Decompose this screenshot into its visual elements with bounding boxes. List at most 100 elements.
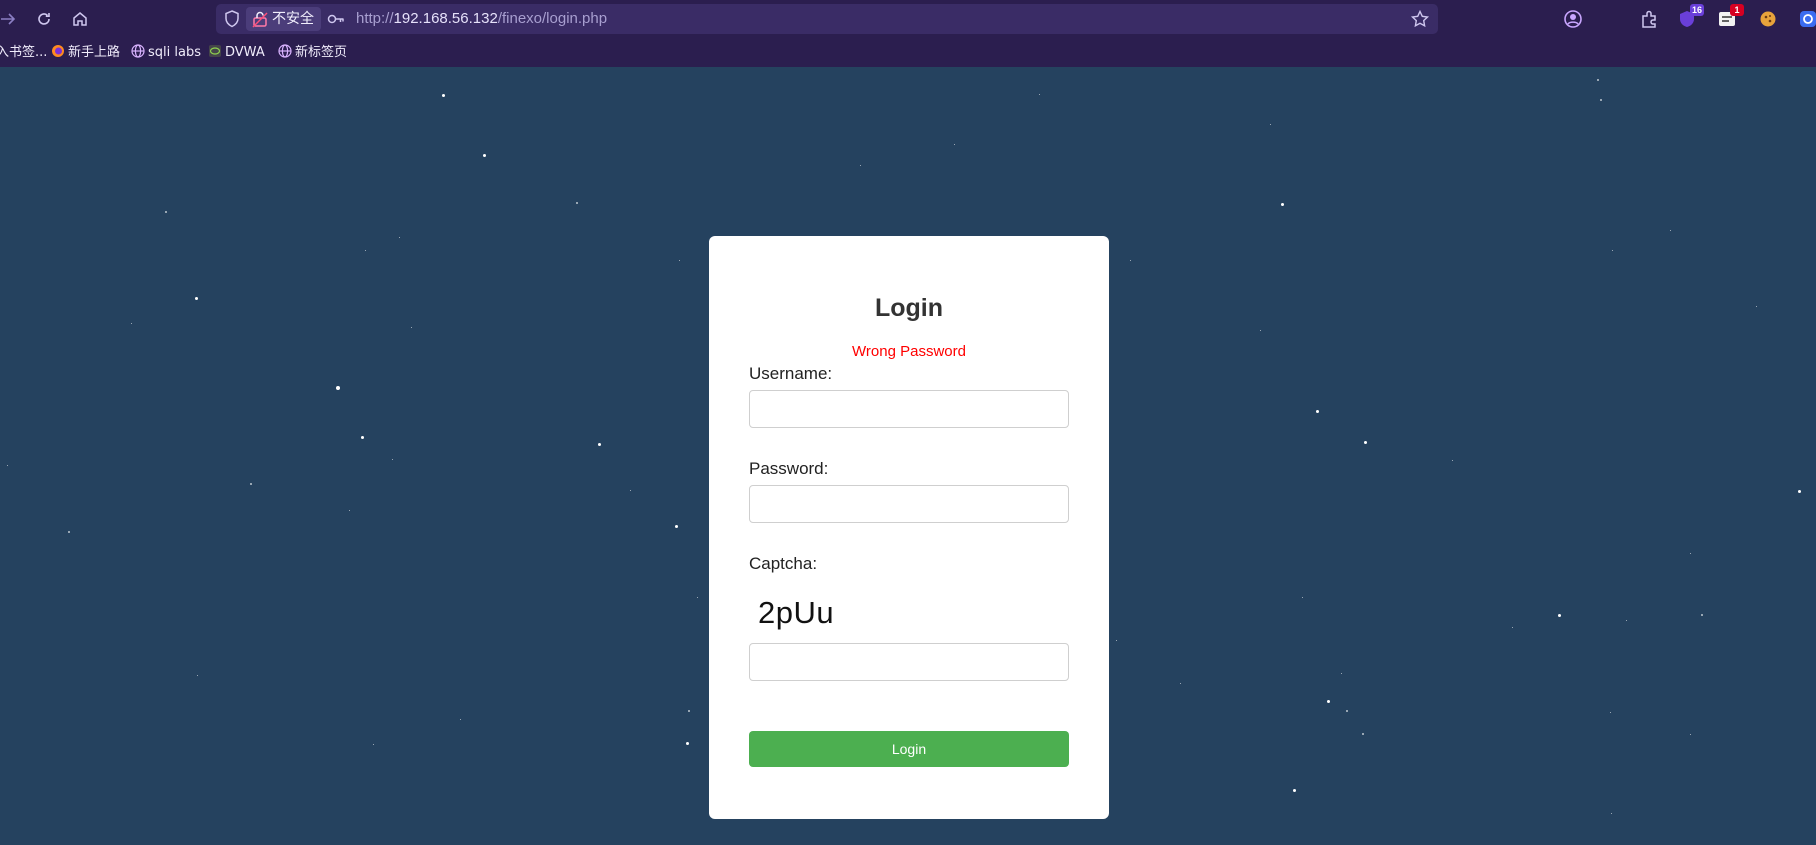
bookmarks-bar: 入书签... 新手上路 sqli labs DVWA 新标签页	[0, 38, 1816, 67]
star-dot	[1690, 734, 1691, 735]
star-dot	[1626, 620, 1627, 621]
password-label: Password:	[749, 459, 829, 478]
login-button[interactable]: Login	[749, 731, 1069, 767]
star-dot	[1612, 250, 1613, 251]
bookmark-label: DVWA	[225, 45, 265, 60]
bookmark-dvwa[interactable]: DVWA	[208, 38, 265, 67]
captcha-image-text: 2pUu	[758, 595, 835, 630]
star-dot	[686, 742, 689, 745]
star-dot	[576, 202, 578, 204]
star-dot	[630, 490, 631, 491]
star-dot	[1600, 99, 1602, 101]
proxy-icon[interactable]	[1797, 8, 1816, 30]
star-dot	[68, 531, 70, 533]
star-dot	[1346, 710, 1348, 712]
star-dot	[1670, 230, 1671, 231]
star-dot	[1610, 712, 1611, 713]
star-dot	[1130, 260, 1131, 261]
star-dot	[399, 237, 400, 238]
star-dot	[860, 165, 861, 166]
star-dot	[1701, 614, 1703, 616]
star-dot	[1756, 306, 1757, 307]
star-dot	[197, 675, 198, 676]
hackbar-badge: 1	[1730, 4, 1744, 16]
star-dot	[1281, 203, 1284, 206]
globe-icon	[131, 40, 145, 58]
home-icon[interactable]	[70, 9, 90, 29]
star-dot	[1039, 94, 1040, 95]
star-dot	[1452, 460, 1453, 461]
star-dot	[697, 597, 698, 598]
star-dot	[1116, 640, 1117, 641]
star-dot	[675, 525, 678, 528]
bookmark-import[interactable]: 入书签...	[0, 38, 47, 67]
globe-icon	[278, 40, 292, 58]
star-dot	[7, 465, 8, 466]
username-label: Username:	[749, 364, 833, 383]
star-dot	[1798, 490, 1801, 493]
forward-icon[interactable]	[0, 9, 18, 29]
star-dot	[1260, 330, 1261, 331]
url-text[interactable]: http://192.168.56.132/finexo/login.php	[356, 4, 607, 34]
bookmark-star-icon[interactable]	[1410, 9, 1430, 29]
star-dot	[1597, 79, 1599, 81]
security-label: 不安全	[272, 11, 314, 27]
captcha-input[interactable]	[749, 643, 1069, 681]
star-dot	[361, 436, 364, 439]
star-dot	[165, 211, 167, 213]
star-dot	[688, 710, 690, 712]
insecure-lock-icon	[252, 10, 268, 28]
password-input[interactable]	[749, 485, 1069, 523]
star-dot	[365, 250, 366, 251]
account-icon[interactable]	[1562, 8, 1584, 30]
star-dot	[1302, 597, 1303, 598]
url-scheme: http://	[356, 10, 394, 27]
star-dot	[1327, 700, 1330, 703]
firefox-icon	[51, 40, 65, 57]
star-dot	[679, 260, 680, 261]
star-dot	[131, 323, 132, 324]
page-viewport: Login Wrong Password Username: Password:…	[0, 67, 1816, 845]
star-dot	[250, 483, 252, 485]
star-dot	[1364, 441, 1367, 444]
star-dot	[1362, 733, 1364, 735]
error-message: Wrong Password	[852, 343, 966, 360]
star-dot	[1316, 410, 1319, 413]
dvwa-icon	[208, 40, 222, 57]
reload-icon[interactable]	[34, 9, 54, 29]
bookmark-label: 入书签...	[0, 45, 48, 60]
username-input[interactable]	[749, 390, 1069, 428]
ublock-badge: 16	[1689, 4, 1704, 16]
key-icon[interactable]	[326, 10, 346, 28]
star-dot	[1270, 124, 1271, 125]
star-dot	[373, 744, 374, 745]
hackbar-icon[interactable]: 1	[1716, 4, 1744, 30]
star-dot	[392, 459, 393, 460]
star-dot	[1180, 683, 1181, 684]
star-dot	[336, 386, 340, 390]
shield-icon[interactable]	[222, 9, 242, 29]
bookmark-label: 新手上路	[68, 45, 121, 60]
bookmark-sqli-labs[interactable]: sqli labs	[131, 38, 201, 67]
bookmark-getting-started[interactable]: 新手上路	[51, 38, 120, 67]
bookmark-new-tab[interactable]: 新标签页	[278, 38, 347, 67]
extensions-icon[interactable]	[1638, 8, 1660, 30]
url-path: /finexo/login.php	[497, 10, 608, 27]
ublock-icon[interactable]: 16	[1676, 4, 1704, 30]
cookie-icon[interactable]	[1757, 8, 1779, 30]
star-dot	[195, 297, 198, 300]
star-dot	[460, 719, 461, 720]
star-dot	[1690, 553, 1691, 554]
star-dot	[483, 154, 486, 157]
browser-toolbar: 不安全 http://192.168.56.132/finexo/login.p…	[0, 0, 1816, 38]
star-dot	[1558, 614, 1561, 617]
star-dot	[411, 327, 412, 328]
star-dot	[1512, 627, 1513, 628]
url-bar[interactable]: 不安全 http://192.168.56.132/finexo/login.p…	[216, 4, 1438, 34]
star-dot	[954, 144, 955, 145]
url-host: 192.168.56.132	[393, 10, 498, 27]
star-dot	[598, 443, 601, 446]
star-dot	[349, 510, 350, 511]
bookmark-label: 新标签页	[295, 45, 348, 60]
insecure-connection-badge[interactable]: 不安全	[246, 7, 321, 31]
